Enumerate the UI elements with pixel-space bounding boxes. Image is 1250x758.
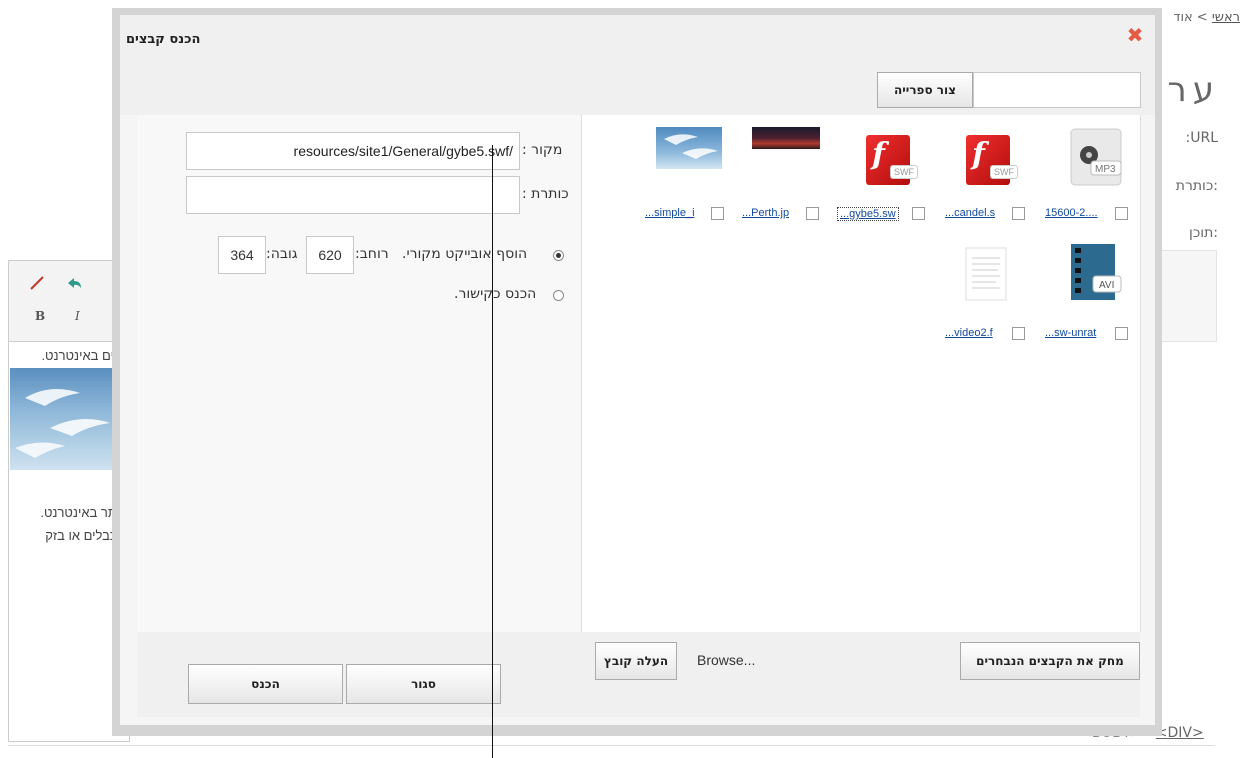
height-label: גובה: [266,246,298,262]
file-name-link[interactable]: ...video2.f [945,327,993,339]
bold-button[interactable]: B [35,309,45,323]
upload-file-button[interactable]: העלה קובץ [595,642,677,680]
page-title: ערו [1152,70,1220,110]
file-thumb-perth-image[interactable] [752,127,820,149]
browse-file-input[interactable]: Browse... [697,652,755,668]
file-checkbox[interactable] [1012,327,1025,340]
file-checkbox[interactable] [912,207,925,220]
file-name-link[interactable]: ...candel.s [945,207,995,219]
file-name-link[interactable]: ...simple_i [645,207,695,219]
title-field-label: כותרת : [522,186,569,202]
editor-toolbar: B I [9,261,127,342]
file-checkbox[interactable] [806,207,819,220]
create-library-button[interactable]: צור ספרייה [877,72,973,108]
divider [8,745,1215,746]
file-thumb-doc[interactable] [950,240,1026,312]
url-label: :URL [1185,130,1219,146]
file-thumb-swf[interactable]: f SWF [850,123,926,195]
source-label: מקור : [522,142,563,158]
file-thumb-birds-image[interactable] [656,127,722,169]
text-cursor-line [492,145,493,758]
file-name-link-selected[interactable]: ...gybe5.sw [837,207,899,221]
mp3-file-icon: MP3 [1070,128,1122,186]
content-panel [1160,250,1217,342]
pencil-icon[interactable] [29,275,45,291]
file-thumb-swf[interactable]: f SWF [950,123,1026,195]
file-checkbox[interactable] [1115,327,1128,340]
file-thumb-mp3[interactable]: MP3 [1057,123,1133,195]
file-name-link[interactable]: ...Perth.jp [742,207,789,219]
breadcrumb-rest: > אוד [1173,10,1208,25]
breadcrumb: ראשי > אוד [1173,10,1240,25]
library-name-input[interactable] [973,72,1141,108]
radio-insert-link[interactable] [553,290,564,301]
file-name-link[interactable]: ...sw-unrat [1045,327,1096,339]
file-checkbox[interactable] [1115,207,1128,220]
editor-image-birds [10,368,116,470]
avi-video-icon: AVI [1071,244,1122,300]
delete-selected-button[interactable]: מחק את הקבצים הנבחרים [960,642,1140,680]
svg-text:AVI: AVI [1099,280,1114,291]
dialog-title: הכנס קבצים [126,32,201,47]
content-label: תוכן: [1189,225,1218,241]
svg-text:MP3: MP3 [1095,164,1116,175]
width-label: רוחב: [355,246,389,262]
undo-icon[interactable] [65,275,83,291]
source-input[interactable]: resources/site1/General/gybe5.swf/ [186,132,520,170]
file-checkbox[interactable] [711,207,724,220]
title-label: כותרת: [1175,178,1218,194]
flash-swf-icon: f SWF [866,135,918,185]
flash-swf-icon: f SWF [966,135,1018,185]
close-button[interactable]: סגור [346,664,501,704]
height-input[interactable]: 364 [218,236,266,274]
radio-embed-object[interactable] [553,250,564,261]
file-name-link[interactable]: 15600-2.... [1045,207,1098,219]
file-thumb-avi[interactable]: AVI [1057,240,1133,312]
file-checkbox[interactable] [1012,207,1025,220]
title-input[interactable] [186,176,520,214]
document-icon [965,247,1007,301]
radio-link-label: הכנס כקישור. [454,286,537,302]
radio-embed-label: הוסף אובייקט מקורי. [402,246,528,262]
path-tag-div[interactable]: <DIV> [1156,725,1204,741]
breadcrumb-home-link[interactable]: ראשי [1212,10,1240,25]
insert-button[interactable]: הכנס [188,664,343,704]
width-input[interactable]: 620 [306,236,354,274]
italic-button[interactable]: I [75,309,80,323]
close-icon[interactable]: ✖ [1125,25,1145,45]
